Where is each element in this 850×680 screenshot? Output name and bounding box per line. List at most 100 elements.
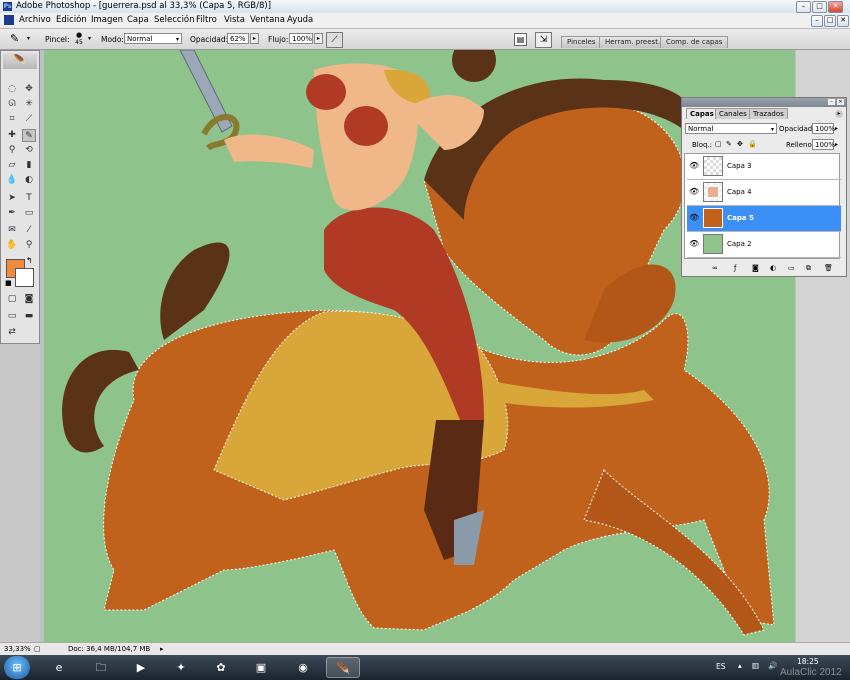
blend-mode-select[interactable]: Normal ▾ xyxy=(685,123,777,134)
clock-time[interactable]: 18:25 xyxy=(797,657,819,666)
close-button[interactable]: ✕ xyxy=(828,1,843,13)
menu-capa[interactable]: Capa xyxy=(127,15,149,25)
healing-brush-tool-icon[interactable]: ✚ xyxy=(5,129,19,142)
flow-input[interactable]: 100% xyxy=(289,33,313,44)
shape-tool-icon[interactable]: ▭ xyxy=(22,207,36,220)
visibility-eye-icon[interactable]: 👁 xyxy=(689,161,699,171)
lock-transparency-icon[interactable]: ▢ xyxy=(715,140,722,148)
visibility-eye-icon[interactable]: 👁 xyxy=(689,239,699,249)
gradient-tool-icon[interactable]: ▮ xyxy=(22,159,36,172)
lock-position-icon[interactable]: ✥ xyxy=(737,140,743,148)
doc-minimize-button[interactable]: – xyxy=(811,15,823,27)
eyedropper-tool-icon[interactable]: ⁄ xyxy=(22,224,36,237)
magic-wand-tool-icon[interactable]: ✳ xyxy=(22,98,36,111)
link-layers-icon[interactable]: ∞ xyxy=(712,264,718,272)
marquee-tool-icon[interactable]: ◌ xyxy=(5,83,19,96)
tab-herramientas-preestablecidas[interactable]: Herram. preest. xyxy=(599,36,667,48)
move-tool-icon[interactable]: ✥ xyxy=(22,83,36,96)
default-colors-icon[interactable]: ■ xyxy=(5,279,12,287)
brush-picker-arrow-icon[interactable]: ▾ xyxy=(88,35,91,42)
panel-minimize-icon[interactable]: – xyxy=(828,99,835,105)
slice-tool-icon[interactable]: ⟋ xyxy=(22,113,36,126)
internet-explorer-icon[interactable]: e xyxy=(42,657,76,678)
opacity-slider-arrow[interactable]: ▸ xyxy=(250,33,259,44)
language-indicator[interactable]: ES xyxy=(716,662,726,671)
photoshop-taskbar-icon[interactable]: 🪶 xyxy=(326,657,360,678)
fill-slider-arrow-icon[interactable]: ▸ xyxy=(835,141,838,148)
background-color-swatch[interactable] xyxy=(15,268,34,287)
tab-capas[interactable]: Capas xyxy=(686,108,718,119)
file-browser-icon[interactable]: ▤ xyxy=(514,33,527,46)
clone-stamp-tool-icon[interactable]: ⚲ xyxy=(5,144,19,157)
zoom-level[interactable]: 33,33% xyxy=(4,645,31,653)
eraser-tool-icon[interactable]: ▱ xyxy=(5,159,19,172)
jump-to-imageready-icon[interactable]: ⇄ xyxy=(5,326,19,339)
standard-mode-icon[interactable]: ▢ xyxy=(5,293,19,306)
layer-name[interactable]: Capa 3 xyxy=(727,162,752,170)
layer-name[interactable]: Capa 5 xyxy=(727,214,754,222)
layer-opacity-input[interactable]: 100% xyxy=(812,123,835,134)
menu-archivo[interactable]: Archivo xyxy=(19,15,51,25)
lasso-tool-icon[interactable]: ᘏ xyxy=(5,98,19,111)
layer-mask-icon[interactable]: ◙ xyxy=(752,264,759,272)
layer-row-capa-5[interactable]: 👁 Capa 5 xyxy=(687,206,841,232)
quick-mask-mode-icon[interactable]: ◙ xyxy=(22,293,36,306)
brush-tool-icon[interactable]: ✎ xyxy=(10,33,22,45)
opacity-slider-arrow-icon[interactable]: ▸ xyxy=(835,125,838,132)
crop-tool-icon[interactable]: ⌗ xyxy=(5,113,19,126)
history-brush-tool-icon[interactable]: ⟲ xyxy=(22,144,36,157)
dodge-tool-icon[interactable]: ◐ xyxy=(22,174,36,187)
tab-pinceles[interactable]: Pinceles xyxy=(561,36,602,48)
feather-logo-icon[interactable]: 🪶 xyxy=(3,53,37,69)
media-player-icon[interactable]: ▶ xyxy=(124,657,158,678)
menu-ayuda[interactable]: Ayuda xyxy=(287,15,313,25)
path-selection-tool-icon[interactable]: ➤ xyxy=(5,192,19,205)
fill-input[interactable]: 100% xyxy=(812,139,835,150)
tab-trazados[interactable]: Trazados xyxy=(749,108,788,119)
menu-vista[interactable]: Vista xyxy=(224,15,245,25)
panel-title-bar[interactable] xyxy=(682,98,846,107)
doc-restore-button[interactable]: □ xyxy=(824,15,836,27)
zoom-tool-icon[interactable]: ⚲ xyxy=(22,239,36,252)
start-button[interactable]: ⊞ xyxy=(4,656,30,679)
document-icon[interactable] xyxy=(4,15,14,25)
flow-slider-arrow[interactable]: ▸ xyxy=(314,33,323,44)
full-screen-mode-icon[interactable]: ▬ xyxy=(22,310,36,323)
hand-tool-icon[interactable]: ✋ xyxy=(5,239,19,252)
layer-name[interactable]: Capa 4 xyxy=(727,188,752,196)
menu-seleccion[interactable]: Selección xyxy=(154,15,195,25)
capture-tool-icon[interactable]: ▣ xyxy=(244,657,278,678)
mode-select[interactable]: Normal ▾ xyxy=(124,33,182,44)
status-menu-icon[interactable]: ▢ xyxy=(34,645,41,653)
layer-style-icon[interactable]: ƒ xyxy=(734,264,736,272)
doc-close-button[interactable]: ✕ xyxy=(837,15,849,27)
minimize-button[interactable]: – xyxy=(796,1,811,13)
dreamweaver-icon[interactable]: ✦ xyxy=(164,657,198,678)
menu-edicion[interactable]: Edición xyxy=(56,15,87,25)
menu-filtro[interactable]: Filtro xyxy=(196,15,217,25)
swap-colors-icon[interactable]: ↰ xyxy=(26,256,33,265)
messenger-icon[interactable]: ✿ xyxy=(204,657,238,678)
new-group-icon[interactable]: ▭ xyxy=(788,264,795,272)
chrome-icon[interactable]: ◉ xyxy=(286,657,320,678)
layer-name[interactable]: Capa 2 xyxy=(727,240,752,248)
maximize-button[interactable]: □ xyxy=(812,1,827,13)
visibility-eye-icon[interactable]: 👁 xyxy=(689,187,699,197)
type-tool-icon[interactable]: T xyxy=(22,192,36,205)
airbrush-icon[interactable]: ⟋ xyxy=(326,32,343,48)
visibility-eye-icon[interactable]: 👁 xyxy=(689,213,699,223)
network-icon[interactable]: ▥ xyxy=(752,661,759,670)
brush-tool-selected-icon[interactable]: ✎ xyxy=(22,129,36,142)
menu-imagen[interactable]: Imagen xyxy=(91,15,123,25)
lock-all-icon[interactable]: 🔒 xyxy=(748,140,757,148)
folder-icon[interactable]: 🗀 xyxy=(84,657,118,678)
tray-arrow-icon[interactable]: ▴ xyxy=(738,661,742,670)
panel-menu-icon[interactable]: ▸ xyxy=(835,110,843,118)
palette-well-icon[interactable]: ⇲ xyxy=(535,32,552,48)
status-arrow-icon[interactable]: ▸ xyxy=(160,645,164,653)
tab-composicion-capas[interactable]: Comp. de capas xyxy=(660,36,729,48)
volume-icon[interactable]: 🔊 xyxy=(768,661,777,670)
blur-tool-icon[interactable]: 💧 xyxy=(5,174,19,187)
adjustment-layer-icon[interactable]: ◐ xyxy=(770,264,776,272)
lock-pixels-icon[interactable]: ✎ xyxy=(726,140,732,148)
